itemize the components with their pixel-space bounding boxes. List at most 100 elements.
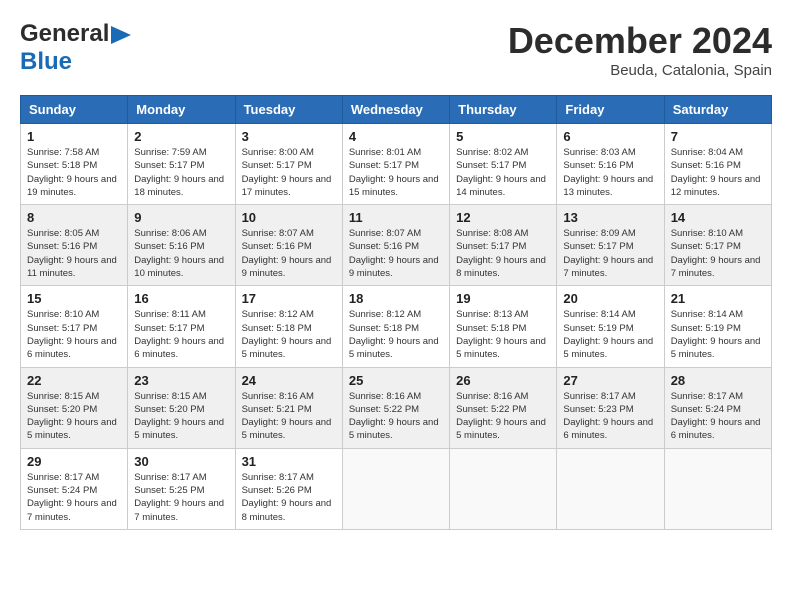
- day-info: Sunrise: 8:01 AMSunset: 5:17 PMDaylight:…: [349, 147, 439, 198]
- calendar-cell: 19Sunrise: 8:13 AMSunset: 5:18 PMDayligh…: [450, 286, 557, 367]
- calendar-cell: [450, 448, 557, 529]
- calendar-cell: 28 Sunrise: 8:17 AMSunset: 5:24 PMDayligh…: [664, 367, 771, 448]
- calendar-cell: 5Sunrise: 8:02 AMSunset: 5:17 PMDaylight…: [450, 124, 557, 205]
- calendar-cell: 30 Sunrise: 8:17 AMSunset: 5:25 PMDayligh…: [128, 448, 235, 529]
- day-number: 8: [27, 210, 121, 225]
- calendar-header-row: SundayMondayTuesdayWednesdayThursdayFrid…: [21, 96, 772, 124]
- day-number: 15: [27, 291, 121, 306]
- calendar-cell: [342, 448, 449, 529]
- calendar-cell: 20 Sunrise: 8:14 AMSunset: 5:19 PMDayligh…: [557, 286, 664, 367]
- day-info: Sunrise: 8:17 AMSunset: 5:23 PMDaylight:…: [563, 391, 653, 442]
- day-number: 16: [134, 291, 228, 306]
- day-number: 20: [563, 291, 657, 306]
- day-info: Sunrise: 8:07 AMSunset: 5:16 PMDaylight:…: [242, 228, 332, 279]
- calendar-cell: 26 Sunrise: 8:16 AMSunset: 5:22 PMDayligh…: [450, 367, 557, 448]
- calendar-cell: 15 Sunrise: 8:10 AMSunset: 5:17 PMDayligh…: [21, 286, 128, 367]
- calendar-cell: [664, 448, 771, 529]
- calendar-week-4: 22 Sunrise: 8:15 AMSunset: 5:20 PMDayligh…: [21, 367, 772, 448]
- day-number: 22: [27, 373, 121, 388]
- month-title: December 2024: [508, 20, 772, 62]
- day-info: Sunrise: 8:13 AMSunset: 5:18 PMDaylight:…: [456, 309, 546, 360]
- day-info: Sunrise: 8:11 AMSunset: 5:17 PMDaylight:…: [134, 309, 224, 360]
- day-info: Sunrise: 8:10 AMSunset: 5:17 PMDaylight:…: [671, 228, 761, 279]
- calendar-cell: 31Sunrise: 8:17 AMSunset: 5:26 PMDayligh…: [235, 448, 342, 529]
- day-number: 6: [563, 129, 657, 144]
- col-header-wednesday: Wednesday: [342, 96, 449, 124]
- day-number: 5: [456, 129, 550, 144]
- col-header-monday: Monday: [128, 96, 235, 124]
- calendar-table: SundayMondayTuesdayWednesdayThursdayFrid…: [20, 95, 772, 530]
- day-number: 1: [27, 129, 121, 144]
- calendar-week-5: 29Sunrise: 8:17 AMSunset: 5:24 PMDayligh…: [21, 448, 772, 529]
- day-number: 13: [563, 210, 657, 225]
- calendar-cell: 29Sunrise: 8:17 AMSunset: 5:24 PMDayligh…: [21, 448, 128, 529]
- calendar-cell: 21Sunrise: 8:14 AMSunset: 5:19 PMDayligh…: [664, 286, 771, 367]
- calendar-cell: 6 Sunrise: 8:03 AMSunset: 5:16 PMDaylight…: [557, 124, 664, 205]
- col-header-friday: Friday: [557, 96, 664, 124]
- calendar-cell: 4 Sunrise: 8:01 AMSunset: 5:17 PMDaylight…: [342, 124, 449, 205]
- day-info: Sunrise: 8:15 AMSunset: 5:20 PMDaylight:…: [134, 391, 224, 442]
- day-number: 25: [349, 373, 443, 388]
- day-info: Sunrise: 8:17 AMSunset: 5:24 PMDaylight:…: [27, 472, 117, 523]
- day-number: 28: [671, 373, 765, 388]
- day-number: 7: [671, 129, 765, 144]
- col-header-tuesday: Tuesday: [235, 96, 342, 124]
- calendar-cell: 14Sunrise: 8:10 AMSunset: 5:17 PMDayligh…: [664, 205, 771, 286]
- day-info: Sunrise: 8:03 AMSunset: 5:16 PMDaylight:…: [563, 147, 653, 198]
- day-info: Sunrise: 8:14 AMSunset: 5:19 PMDaylight:…: [563, 309, 653, 360]
- day-info: Sunrise: 8:17 AMSunset: 5:26 PMDaylight:…: [242, 472, 332, 523]
- day-info: Sunrise: 8:05 AMSunset: 5:16 PMDaylight:…: [27, 228, 117, 279]
- day-info: Sunrise: 8:12 AMSunset: 5:18 PMDaylight:…: [242, 309, 332, 360]
- logo-general-text: General: [20, 20, 109, 48]
- calendar-cell: 7 Sunrise: 8:04 AMSunset: 5:16 PMDaylight…: [664, 124, 771, 205]
- day-number: 23: [134, 373, 228, 388]
- day-number: 26: [456, 373, 550, 388]
- day-info: Sunrise: 8:08 AMSunset: 5:17 PMDaylight:…: [456, 228, 546, 279]
- calendar-cell: 10 Sunrise: 8:07 AMSunset: 5:16 PMDayligh…: [235, 205, 342, 286]
- calendar-cell: 24 Sunrise: 8:16 AMSunset: 5:21 PMDayligh…: [235, 367, 342, 448]
- day-info: Sunrise: 8:14 AMSunset: 5:19 PMDaylight:…: [671, 309, 761, 360]
- day-number: 17: [242, 291, 336, 306]
- calendar-cell: 1 Sunrise: 7:58 AMSunset: 5:18 PMDaylight…: [21, 124, 128, 205]
- day-number: 24: [242, 373, 336, 388]
- day-info: Sunrise: 8:04 AMSunset: 5:16 PMDaylight:…: [671, 147, 761, 198]
- logo-flag-icon: [111, 26, 133, 44]
- day-info: Sunrise: 8:09 AMSunset: 5:17 PMDaylight:…: [563, 228, 653, 279]
- calendar-cell: 12 Sunrise: 8:08 AMSunset: 5:17 PMDayligh…: [450, 205, 557, 286]
- day-info: Sunrise: 8:17 AMSunset: 5:24 PMDaylight:…: [671, 391, 761, 442]
- day-info: Sunrise: 8:07 AMSunset: 5:16 PMDaylight:…: [349, 228, 439, 279]
- logo: General Blue: [20, 20, 133, 76]
- location-text: Beuda, Catalonia, Spain: [508, 62, 772, 79]
- calendar-cell: 23 Sunrise: 8:15 AMSunset: 5:20 PMDayligh…: [128, 367, 235, 448]
- day-number: 18: [349, 291, 443, 306]
- day-number: 30: [134, 454, 228, 469]
- calendar-cell: 8 Sunrise: 8:05 AMSunset: 5:16 PMDaylight…: [21, 205, 128, 286]
- calendar-cell: 17 Sunrise: 8:12 AMSunset: 5:18 PMDayligh…: [235, 286, 342, 367]
- calendar-week-2: 8 Sunrise: 8:05 AMSunset: 5:16 PMDaylight…: [21, 205, 772, 286]
- calendar-cell: 27 Sunrise: 8:17 AMSunset: 5:23 PMDayligh…: [557, 367, 664, 448]
- page-header: General Blue December 2024 Beuda, Catalo…: [20, 20, 772, 79]
- col-header-thursday: Thursday: [450, 96, 557, 124]
- day-info: Sunrise: 8:16 AMSunset: 5:21 PMDaylight:…: [242, 391, 332, 442]
- calendar-cell: 16 Sunrise: 8:11 AMSunset: 5:17 PMDayligh…: [128, 286, 235, 367]
- day-info: Sunrise: 8:12 AMSunset: 5:18 PMDaylight:…: [349, 309, 439, 360]
- day-number: 3: [242, 129, 336, 144]
- day-info: Sunrise: 8:16 AMSunset: 5:22 PMDaylight:…: [349, 391, 439, 442]
- calendar-cell: 2Sunrise: 7:59 AMSunset: 5:17 PMDaylight…: [128, 124, 235, 205]
- calendar-cell: 11 Sunrise: 8:07 AMSunset: 5:16 PMDayligh…: [342, 205, 449, 286]
- calendar-cell: 13 Sunrise: 8:09 AMSunset: 5:17 PMDayligh…: [557, 205, 664, 286]
- day-info: Sunrise: 8:16 AMSunset: 5:22 PMDaylight:…: [456, 391, 546, 442]
- day-info: Sunrise: 8:17 AMSunset: 5:25 PMDaylight:…: [134, 472, 224, 523]
- day-number: 4: [349, 129, 443, 144]
- day-number: 12: [456, 210, 550, 225]
- col-header-sunday: Sunday: [21, 96, 128, 124]
- calendar-week-3: 15 Sunrise: 8:10 AMSunset: 5:17 PMDayligh…: [21, 286, 772, 367]
- day-number: 27: [563, 373, 657, 388]
- calendar-cell: 18 Sunrise: 8:12 AMSunset: 5:18 PMDayligh…: [342, 286, 449, 367]
- day-number: 10: [242, 210, 336, 225]
- title-area: December 2024 Beuda, Catalonia, Spain: [508, 20, 772, 79]
- day-number: 11: [349, 210, 443, 225]
- calendar-cell: [557, 448, 664, 529]
- day-info: Sunrise: 7:58 AMSunset: 5:18 PMDaylight:…: [27, 147, 117, 198]
- day-info: Sunrise: 8:10 AMSunset: 5:17 PMDaylight:…: [27, 309, 117, 360]
